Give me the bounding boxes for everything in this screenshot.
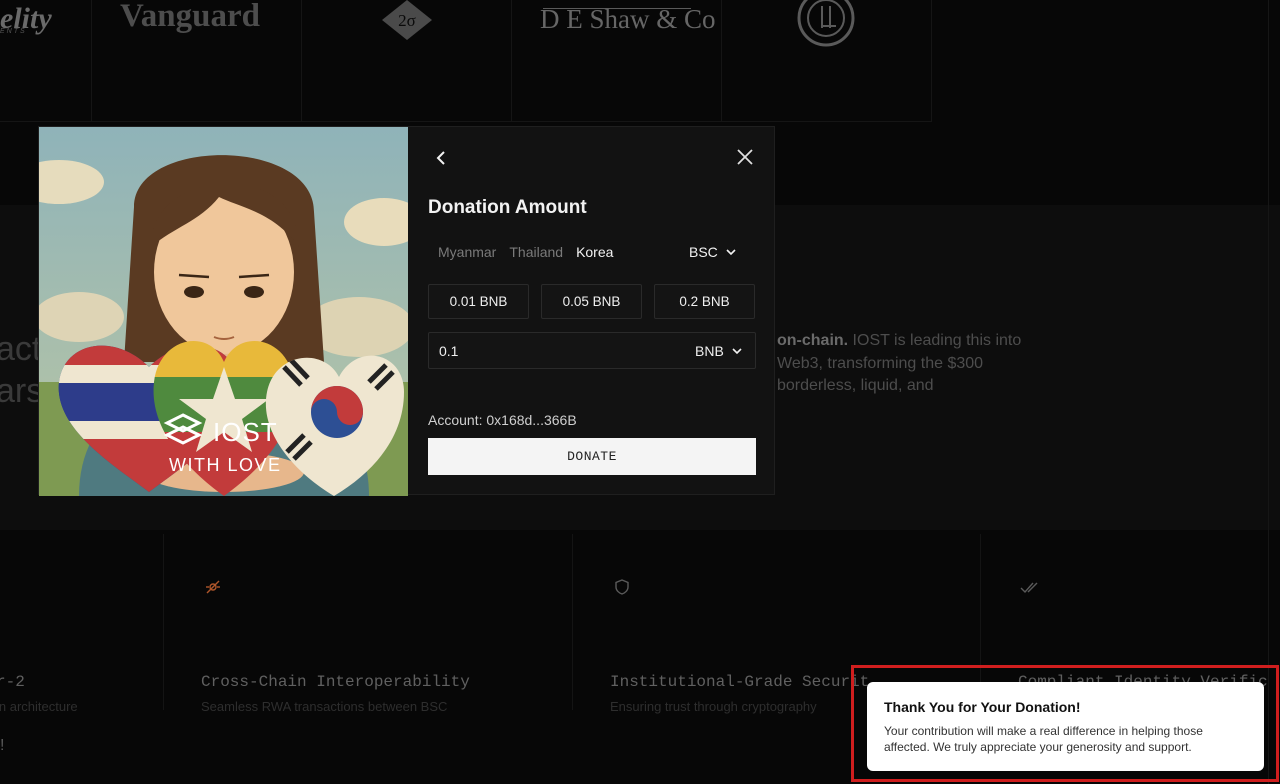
tab-thailand[interactable]: Thailand [509, 244, 563, 260]
double-check-icon [1020, 582, 1038, 594]
hero-heading-fragment: act [0, 330, 42, 368]
token-select-label: BNB [695, 343, 724, 359]
feature-title: r-2 [0, 673, 25, 691]
chain-select[interactable]: BSC [689, 244, 736, 260]
donation-form-panel: Donation Amount Myanmar Thailand Korea B… [408, 127, 776, 496]
donation-modal: IOST WITH LOVE Donation Amount Myanmar T… [38, 126, 776, 496]
preset-amount-button[interactable]: 0.01 BNB [428, 284, 529, 319]
back-chevron-icon[interactable] [432, 149, 450, 167]
hero-description: on-chain. IOST is leading this into Web3… [777, 330, 1057, 398]
country-tabs: Myanmar Thailand Korea [438, 244, 626, 260]
amount-input[interactable] [439, 333, 669, 368]
close-icon[interactable] [735, 147, 755, 167]
hero-heading-fragment: ars [0, 372, 44, 410]
toast-title: Thank You for Your Donation! [884, 699, 1081, 715]
feature-card: Cross-Chain Interoperability Seamless RW… [164, 534, 573, 714]
donate-button[interactable]: DONATE [428, 438, 756, 475]
donation-illustration: IOST WITH LOVE [39, 127, 408, 496]
with-love-text: WITH LOVE [169, 455, 282, 475]
feature-title: Cross-Chain Interoperability [201, 673, 470, 691]
deshaw-logo: D E Shaw & Co [540, 4, 716, 34]
footer-text-fragment: ! [0, 737, 5, 754]
feature-subtitle: Seamless RWA transactions between BSC [201, 699, 448, 714]
preset-amount-button[interactable]: 0.05 BNB [541, 284, 642, 319]
iost-brand-text: IOST [213, 417, 278, 447]
donation-success-toast: Thank You for Your Donation! Your contri… [867, 682, 1264, 771]
tab-myanmar[interactable]: Myanmar [438, 244, 496, 260]
preset-amounts: 0.01 BNB 0.05 BNB 0.2 BNB [428, 284, 755, 319]
hero-description-bold: on-chain. [777, 332, 849, 349]
feature-subtitle: Ensuring trust through cryptography [610, 699, 817, 714]
link-icon [206, 580, 220, 594]
chain-select-label: BSC [689, 244, 718, 260]
toast-message: Your contribution will make a real diffe… [884, 724, 1203, 754]
girl-with-hearts-illustration: IOST WITH LOVE [39, 127, 408, 496]
donation-amount-heading: Donation Amount [428, 197, 587, 218]
preset-amount-button[interactable]: 0.2 BNB [654, 284, 755, 319]
vanguard-logo: Vanguard [120, 0, 261, 34]
feature-subtitle: in architecture [0, 699, 78, 714]
shield-icon [615, 579, 629, 595]
feature-card: r-2 in architecture [0, 534, 164, 714]
circle-monogram-logo [797, 0, 855, 47]
svg-text:2σ: 2σ [398, 11, 416, 30]
chevron-down-icon [732, 348, 742, 355]
feature-title: Institutional-Grade Securit [610, 673, 870, 691]
tab-korea[interactable]: Korea [576, 244, 613, 260]
two-sigma-logo: 2σ [382, 0, 432, 40]
chevron-down-icon [726, 249, 736, 256]
custom-amount-field: BNB [428, 332, 756, 369]
token-select[interactable]: BNB [695, 343, 742, 359]
partner-logo-strip: elity ENTS Vanguard 2σ D E Shaw & Co [0, 0, 1280, 122]
account-address: Account: 0x168d...366B [428, 412, 577, 428]
fidelity-logo-sub: ENTS [0, 28, 27, 35]
